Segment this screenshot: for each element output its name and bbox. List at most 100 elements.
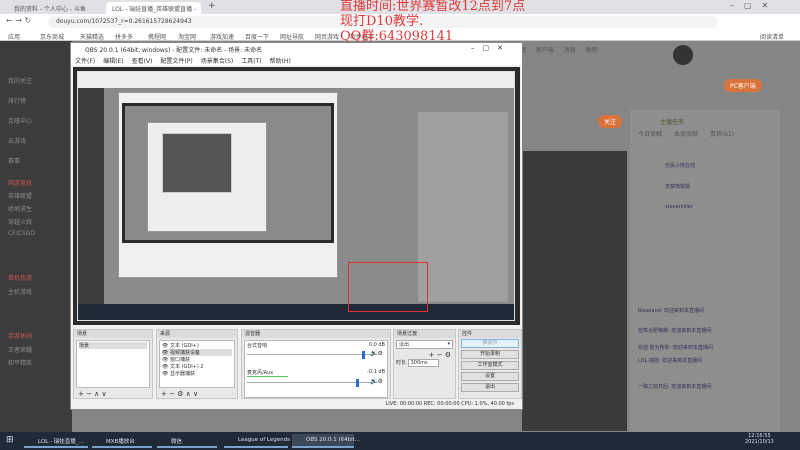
studio-mode-button[interactable]: 工作室模式 <box>461 361 519 370</box>
volume-slider[interactable]: 🔊⚙ <box>247 349 385 361</box>
sources-panel: 来源 👁 文本 (GDI+) 👁 视频捕获设备 👁 窗口捕获 👁 文本 (GDI… <box>156 329 238 399</box>
nav-icons[interactable]: ← → ↻ <box>6 16 31 25</box>
sidebar-item[interactable]: 我的关注 <box>8 76 32 85</box>
scene-toolbar[interactable]: + − ∧ ∨ <box>74 390 152 398</box>
douyu-sidebar: 我的关注 排行榜 克隆中心 云游戏 赛事 网游竞技 英雄联盟 绝地求生 穿越火线… <box>0 41 72 432</box>
bookmark[interactable]: 应用 <box>8 32 20 41</box>
taskbar-item-chrome[interactable]: LOL - 瑞娃直播_... <box>24 434 88 448</box>
scenes-panel: 场景 场景 + − ∧ ∨ <box>73 329 153 399</box>
overlay-line: 直播时间:世界赛暂改12点到7点 <box>340 0 526 14</box>
new-tab-icon[interactable]: + <box>208 1 216 11</box>
preview-capture <box>77 71 515 321</box>
sidebar-item[interactable]: 赛事 <box>8 156 20 165</box>
source-item[interactable]: 👁 视频捕获设备 <box>162 349 232 356</box>
rank-user: 乐民小熊在线 <box>665 163 696 169</box>
chat-message: 蓝莓合肥荣耀: 欢迎来到本直播间 <box>638 328 712 334</box>
reading-list[interactable]: 阅读清单 <box>760 32 784 41</box>
menu-profile[interactable]: 配置文件(P) <box>160 58 192 65</box>
mixer-channel: 麦克风/Aux -0.1 dB <box>247 369 385 376</box>
transitions-panel: 场景过渡 淡出 ▾ + − ⚙ 时长 300ms <box>393 329 456 399</box>
obs-status-bar: LIVE: 00:00:00 REC: 00:00:00 CPU: 1.0%, … <box>385 401 514 407</box>
bookmark[interactable]: 携程网 <box>148 32 166 41</box>
scene-item[interactable]: 场景 <box>79 342 147 349</box>
rank-user: steverkiller <box>665 204 693 210</box>
chat-message: Roseland: 欢迎来到本直播间 <box>638 308 705 314</box>
sidebar-item[interactable]: 排行榜 <box>8 96 26 105</box>
video-area <box>522 151 627 431</box>
menu-tools[interactable]: 工具(T) <box>241 58 261 65</box>
streamer-tasks[interactable]: 主播任务 <box>660 117 684 126</box>
transition-toolbar[interactable]: + − ⚙ <box>394 351 455 359</box>
bookmark[interactable]: 网页游戏 <box>315 32 339 41</box>
volume-slider-handle[interactable] <box>356 379 360 387</box>
obs-window-controls[interactable]: –▢✕ <box>471 44 511 52</box>
duration-label: 时长 <box>396 360 407 366</box>
start-recording-button[interactable]: 开始录制 <box>461 350 519 359</box>
obs-menu-bar: 文件(F) 编辑(E) 查看(V) 配置文件(P) 场景集合(S) 工具(T) 帮助(H) <box>71 55 522 65</box>
bookmark[interactable]: 拼多多 <box>115 32 133 41</box>
sidebar-item[interactable]: 绝地求生 <box>8 204 32 213</box>
bookmark[interactable]: 网址导航 <box>280 32 304 41</box>
source-item[interactable]: 👁 文本 (GDI+) 2 <box>162 363 232 370</box>
sidebar-section: 网游竞技 <box>8 180 33 187</box>
exit-button[interactable]: 退出 <box>461 383 519 392</box>
chat-message: 欢迎·能为所欲: 欢迎来到本直播间 <box>638 345 713 351</box>
obs-preview[interactable] <box>73 67 520 325</box>
mixer-channel: 台式音响 0.0 dB <box>247 342 385 349</box>
taskbar-item-mxb[interactable]: MXB播放台 <box>92 434 152 448</box>
obs-window: OBS 20.0.1 (64bit, windows) - 配置文件: 未命名 … <box>70 42 523 410</box>
source-toolbar[interactable]: + − ⚙ ∧ ∨ <box>157 390 237 398</box>
sidebar-item[interactable]: CF/CSGO <box>8 230 35 237</box>
chat-message: LOL·瑞娃: 欢迎来到本直播间 <box>638 358 703 364</box>
bookmark[interactable]: 百度一下 <box>245 32 269 41</box>
sidebar-item[interactable]: 克隆中心 <box>8 116 32 125</box>
bookmark[interactable]: 游戏加速 <box>210 32 234 41</box>
duration-input[interactable]: 300ms <box>407 359 439 367</box>
sidebar-item[interactable]: 主机游戏 <box>8 287 32 296</box>
bookmark[interactable]: 京东商城 <box>40 32 64 41</box>
sidebar-item[interactable]: 和平精英 <box>8 358 32 367</box>
sidebar-item[interactable]: 云游戏 <box>8 136 26 145</box>
menu-scene-collection[interactable]: 场景集合(S) <box>201 58 234 65</box>
source-item[interactable]: 👁 窗口捕获 <box>162 356 232 363</box>
source-item[interactable]: 👁 显示器捕获 <box>162 370 232 377</box>
transition-select[interactable]: 淡出 ▾ <box>396 340 453 349</box>
taskbar-item-obs[interactable]: OBS 20.0.1 (64bit... <box>292 434 360 448</box>
bookmark[interactable]: 天猫精选 <box>80 32 104 41</box>
sidebar-section: 单机热游 <box>8 275 33 282</box>
streaming-button[interactable]: 推流中 <box>461 339 519 348</box>
sidebar-section: 手游休闲 <box>8 333 33 340</box>
overlay-line: 现打D10教学. <box>340 14 424 29</box>
rank-tabs[interactable]: 今日贡献 本周贡献 贵宾(61) <box>638 129 734 138</box>
taskbar-item-wechat[interactable]: 微信 <box>157 434 217 448</box>
stream-text-overlay: 直播时间:世界赛暂改12点到7点 现打D10教学. QQ群:643098141 <box>340 0 525 44</box>
start-icon[interactable]: ⊞ <box>6 435 14 445</box>
volume-slider-handle[interactable] <box>362 351 366 359</box>
bookmark[interactable]: 淘宝网 <box>178 32 196 41</box>
scenes-header: 场景 <box>74 330 152 338</box>
mixer-header: 混音器 <box>242 330 390 338</box>
obs-title-bar: OBS 20.0.1 (64bit, windows) - 配置文件: 未命名 … <box>71 43 522 55</box>
source-item[interactable]: 👁 文本 (GDI+) <box>162 342 232 349</box>
menu-help[interactable]: 帮助(H) <box>270 58 291 65</box>
sidebar-item[interactable]: 英雄联盟 <box>8 191 32 200</box>
taskbar: ⊞ LOL - 瑞娃直播_... MXB播放台 微信 League of Leg… <box>0 432 800 450</box>
menu-edit[interactable]: 编辑(E) <box>103 58 123 65</box>
taskbar-item-lol[interactable]: League of Legends <box>224 434 290 448</box>
settings-button[interactable]: 设置 <box>461 372 519 381</box>
menu-view[interactable]: 查看(V) <box>132 58 153 65</box>
transitions-header: 场景过渡 <box>394 330 455 338</box>
avatar[interactable] <box>673 45 693 65</box>
pc-client-button[interactable]: PC客户端 <box>724 79 762 92</box>
mixer-panel: 混音器 台式音响 0.0 dB 🔊⚙ 麦克风/Aux -0.1 dB 🔊⚙ <box>241 329 391 399</box>
tab-profile[interactable]: 我的资料 - 个人中心 - 斗鱼 <box>8 2 103 14</box>
volume-slider[interactable]: 🔊⚙ <box>247 377 385 389</box>
tab-lol-stream[interactable]: LOL - 瑞娃直播_英雄联盟直播 - <box>106 2 201 14</box>
window-controls[interactable]: –▢✕ <box>730 1 778 10</box>
sidebar-item[interactable]: 穿越火线 <box>8 217 32 226</box>
sidebar-item[interactable]: 王者荣耀 <box>8 345 32 354</box>
menu-file[interactable]: 文件(F) <box>75 58 95 65</box>
follow-button[interactable]: 关注 <box>598 115 623 128</box>
clock[interactable]: 12:16:55 2021/10/13 <box>745 433 774 445</box>
controls-panel: 控件 推流中 开始录制 工作室模式 设置 退出 <box>458 329 522 399</box>
